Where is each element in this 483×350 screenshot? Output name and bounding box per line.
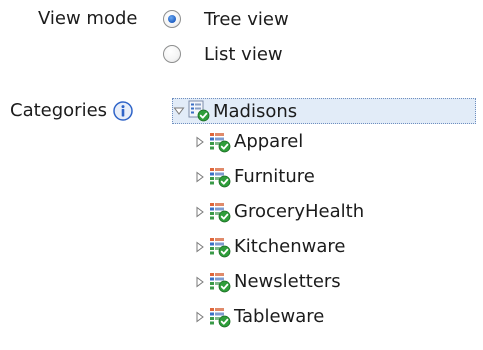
expand-triangle-icon[interactable]	[194, 276, 206, 288]
categories-label: Categories	[10, 100, 108, 121]
expand-triangle-icon[interactable]	[194, 136, 206, 148]
tree-node-newsletters[interactable]: Newsletters	[172, 264, 476, 299]
radio-list-view-label[interactable]: List view	[204, 44, 283, 65]
tree-node-root-label[interactable]: Madisons	[213, 101, 297, 122]
collapse-triangle-icon[interactable]	[173, 105, 185, 117]
tree-node-apparel[interactable]: Apparel	[172, 124, 476, 159]
category-icon	[210, 237, 231, 257]
expand-triangle-icon[interactable]	[194, 206, 206, 218]
radio-button-unchecked[interactable]	[163, 45, 181, 63]
category-icon	[210, 307, 231, 327]
tree-node-label[interactable]: Furniture	[234, 166, 315, 187]
tree-node-furniture[interactable]: Furniture	[172, 159, 476, 194]
tree-node-label[interactable]: Newsletters	[234, 271, 341, 292]
category-icon	[210, 167, 231, 187]
category-tree: Madisons Apparel Furniture GroceryHealth…	[172, 98, 476, 334]
tree-node-label[interactable]: Apparel	[234, 131, 303, 152]
tree-node-label[interactable]: Tableware	[234, 306, 324, 327]
expand-triangle-icon[interactable]	[194, 171, 206, 183]
tree-node-label[interactable]: GroceryHealth	[234, 201, 364, 222]
tree-node-tableware[interactable]: Tableware	[172, 299, 476, 334]
category-icon	[210, 132, 231, 152]
tree-children: Apparel Furniture GroceryHealth Kitchenw…	[172, 124, 476, 334]
view-mode-label: View mode	[38, 8, 138, 29]
radio-tree-view[interactable]: Tree view	[163, 6, 289, 32]
category-icon	[210, 202, 231, 222]
radio-button-checked[interactable]	[163, 10, 181, 28]
radio-list-view[interactable]: List view	[163, 41, 283, 67]
radio-tree-view-label[interactable]: Tree view	[204, 9, 289, 30]
category-icon	[210, 272, 231, 292]
expand-triangle-icon[interactable]	[194, 311, 206, 323]
tree-node-kitchenware[interactable]: Kitchenware	[172, 229, 476, 264]
tree-node-root[interactable]: Madisons	[172, 98, 476, 124]
expand-triangle-icon[interactable]	[194, 241, 206, 253]
info-icon[interactable]	[113, 101, 133, 121]
category-root-icon	[188, 100, 210, 122]
categories-label-group: Categories	[10, 98, 133, 124]
tree-node-label[interactable]: Kitchenware	[234, 236, 345, 257]
tree-node-groceryhealth[interactable]: GroceryHealth	[172, 194, 476, 229]
